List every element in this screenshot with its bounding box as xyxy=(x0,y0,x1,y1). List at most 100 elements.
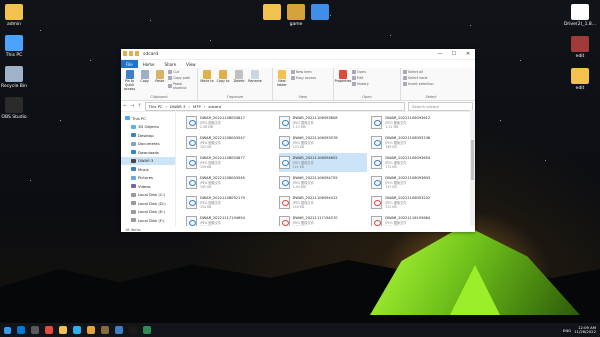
new-item-button[interactable]: New item xyxy=(291,70,316,74)
file-item[interactable]: DWAR_20221106093677 JPEG 图像文件 159 KB xyxy=(186,153,275,172)
desktop-icon[interactable]: This PC xyxy=(0,35,34,58)
file-item[interactable]: DWAR_20221116195664JPEG 图像文件1.04 MB xyxy=(371,213,460,226)
image-file-icon xyxy=(278,216,290,226)
file-item[interactable]: DWAR_20221106093612 JPEG 图像文件 1.51 MB xyxy=(371,113,460,132)
move-to-button[interactable]: Move to xyxy=(200,70,214,98)
quick-access-toolbar[interactable] xyxy=(123,51,139,56)
tab-home[interactable]: Home xyxy=(138,60,160,68)
nav-item[interactable]: Desktop xyxy=(121,131,175,140)
delete-button[interactable]: Delete xyxy=(232,70,246,98)
nav-item[interactable]: Documents xyxy=(121,140,175,149)
desktop-icon[interactable]: edit xyxy=(560,68,600,91)
scrollbar-thumb[interactable] xyxy=(471,140,474,180)
file-item[interactable]: DWAR_20221106093654 JPEG 图像文件 172 KB xyxy=(371,153,460,172)
select-all-button[interactable]: Select all xyxy=(403,70,434,74)
taskbar-app[interactable] xyxy=(140,323,154,337)
nav-item[interactable]: DWAR 3 xyxy=(121,156,175,165)
copy-to-button[interactable]: Copy to xyxy=(216,70,230,98)
nav-item[interactable]: Music xyxy=(121,165,175,174)
taskbar-app[interactable] xyxy=(98,323,112,337)
ribbon: Pin to Quick access Copy Paste Cut Copy … xyxy=(121,68,475,101)
taskbar-app[interactable] xyxy=(84,323,98,337)
language-indicator[interactable]: ENG xyxy=(563,328,571,333)
forward-arrow-icon[interactable]: → xyxy=(130,103,134,109)
up-arrow-icon[interactable]: ↑ xyxy=(137,103,141,109)
file-item[interactable]: DWAR_20221106094412 JPEG 图像文件 140 KB xyxy=(278,193,368,212)
open-button[interactable]: Open xyxy=(352,70,369,74)
file-item[interactable]: DWAR_20221106094755 JPEG 图像文件 1.04 MB xyxy=(278,173,368,192)
start-button[interactable] xyxy=(0,323,14,337)
tab-view[interactable]: View xyxy=(181,60,201,68)
taskbar-app[interactable] xyxy=(42,323,56,337)
breadcrumb-item[interactable]: sdcard xyxy=(208,104,221,109)
select-none-button[interactable]: Select none xyxy=(403,76,434,80)
clock[interactable]: 12:09 AM 11/26/2022 xyxy=(574,325,596,335)
minimize-button[interactable]: — xyxy=(433,49,447,59)
desktop-icon[interactable]: admin xyxy=(0,4,34,27)
tab-share[interactable]: Share xyxy=(160,60,182,68)
title-bar[interactable]: sdcard — ☐ ✕ xyxy=(121,49,475,60)
app-icon xyxy=(31,326,39,334)
breadcrumb-item[interactable]: DWAR 3 xyxy=(170,104,185,109)
properties-button[interactable]: Properties xyxy=(335,70,351,98)
nav-item[interactable]: Local Disk (D:) xyxy=(121,199,175,208)
cut-button[interactable]: Cut xyxy=(168,70,195,74)
file-item[interactable]: DWAR_20221106094652 JPEG 图像文件 121 KB xyxy=(278,153,368,172)
nav-item[interactable]: Local Disk (E:) xyxy=(121,208,175,217)
desktop-icon[interactable]: Drive(2)_1.8... xyxy=(560,4,600,27)
paste-shortcut-button[interactable]: Paste shortcut xyxy=(168,82,195,90)
nav-item[interactable]: Pictures xyxy=(121,174,175,183)
file-size: 1.51 MB xyxy=(385,125,399,129)
file-item[interactable]: DWAR_20221117194654JPEG 图像文件184 KB xyxy=(186,213,275,226)
path-icon xyxy=(168,76,173,80)
nav-item[interactable]: This PC xyxy=(121,114,175,123)
file-item[interactable]: DWAR_20221106093578 JPEG 图像文件 132 KB xyxy=(278,133,368,152)
file-item[interactable]: DWAR_20221117194570JPEG 图像文件2.84 MB xyxy=(278,213,368,226)
nav-item[interactable]: Downloads xyxy=(121,148,175,157)
invert-selection-button[interactable]: Invert selection xyxy=(403,82,434,86)
new-folder-button[interactable]: New folder xyxy=(275,70,289,98)
file-item[interactable]: DWAR_20221106093746 JPEG 图像文件 165 KB xyxy=(371,133,460,152)
copy-button[interactable]: Copy xyxy=(138,70,151,98)
pin-quick-access-button[interactable]: Pin to Quick access xyxy=(123,70,136,98)
nav-item[interactable]: Local Disk (F:) xyxy=(121,216,175,225)
taskbar-app[interactable] xyxy=(112,323,126,337)
edit-button[interactable]: Edit xyxy=(352,76,369,80)
maximize-button[interactable]: ☐ xyxy=(447,49,461,59)
taskbar-app[interactable] xyxy=(28,323,42,337)
file-item[interactable]: DWAR_20221106093608 JPEG 图像文件 1.13 MB xyxy=(278,113,368,132)
app-icon xyxy=(59,326,67,334)
desktop-icon[interactable]: edit xyxy=(560,36,600,59)
file-item[interactable]: DWAR_20221106093603 JPEG 图像文件 157 KB xyxy=(371,173,460,192)
tab-file[interactable]: File xyxy=(121,60,138,68)
drive-icon xyxy=(131,218,136,223)
easy-access-button[interactable]: Easy access xyxy=(291,76,316,80)
scrollbar[interactable] xyxy=(470,110,475,226)
breadcrumb-item[interactable]: MTP xyxy=(193,104,201,109)
back-arrow-icon[interactable]: ← xyxy=(123,103,127,109)
app-icon xyxy=(5,66,23,82)
nav-item[interactable]: 3D Objects xyxy=(121,123,175,132)
taskbar-app[interactable] xyxy=(56,323,70,337)
close-button[interactable]: ✕ xyxy=(461,49,475,59)
desktop-icon[interactable]: Recycle Bin xyxy=(0,66,34,89)
breadcrumb-item[interactable]: This PC xyxy=(149,104,163,109)
desktop-icon[interactable] xyxy=(300,4,340,22)
desktop-icon[interactable]: OBS Studio xyxy=(0,97,34,120)
edit-icon xyxy=(352,76,356,80)
paste-button[interactable]: Paste xyxy=(153,70,166,98)
nav-item[interactable]: Local Disk (C:) xyxy=(121,191,175,200)
file-item[interactable]: DWAR_20221106093617 JPEG 图像文件 2.48 MB xyxy=(186,113,275,132)
nav-item[interactable]: Videos xyxy=(121,182,175,191)
taskbar-app[interactable] xyxy=(70,323,84,337)
taskbar-app[interactable] xyxy=(126,323,140,337)
file-item[interactable]: DWAR_20221106093547 JPEG 图像文件 103 KB xyxy=(186,133,275,152)
image-file-icon xyxy=(278,156,290,169)
file-item[interactable]: DWAR_20221106093232 JPEG 图像文件 312 KB xyxy=(371,193,460,212)
taskbar-app[interactable] xyxy=(14,323,28,337)
history-button[interactable]: History xyxy=(352,82,369,86)
rename-button[interactable]: Rename xyxy=(248,70,262,98)
file-item[interactable]: DWAR_20221106093545 JPEG 图像文件 195 KB xyxy=(186,173,275,192)
file-item[interactable]: DWAR_20221106092179 JPEG 图像文件 154 KB xyxy=(186,193,275,212)
copy-path-button[interactable]: Copy path xyxy=(168,76,195,80)
